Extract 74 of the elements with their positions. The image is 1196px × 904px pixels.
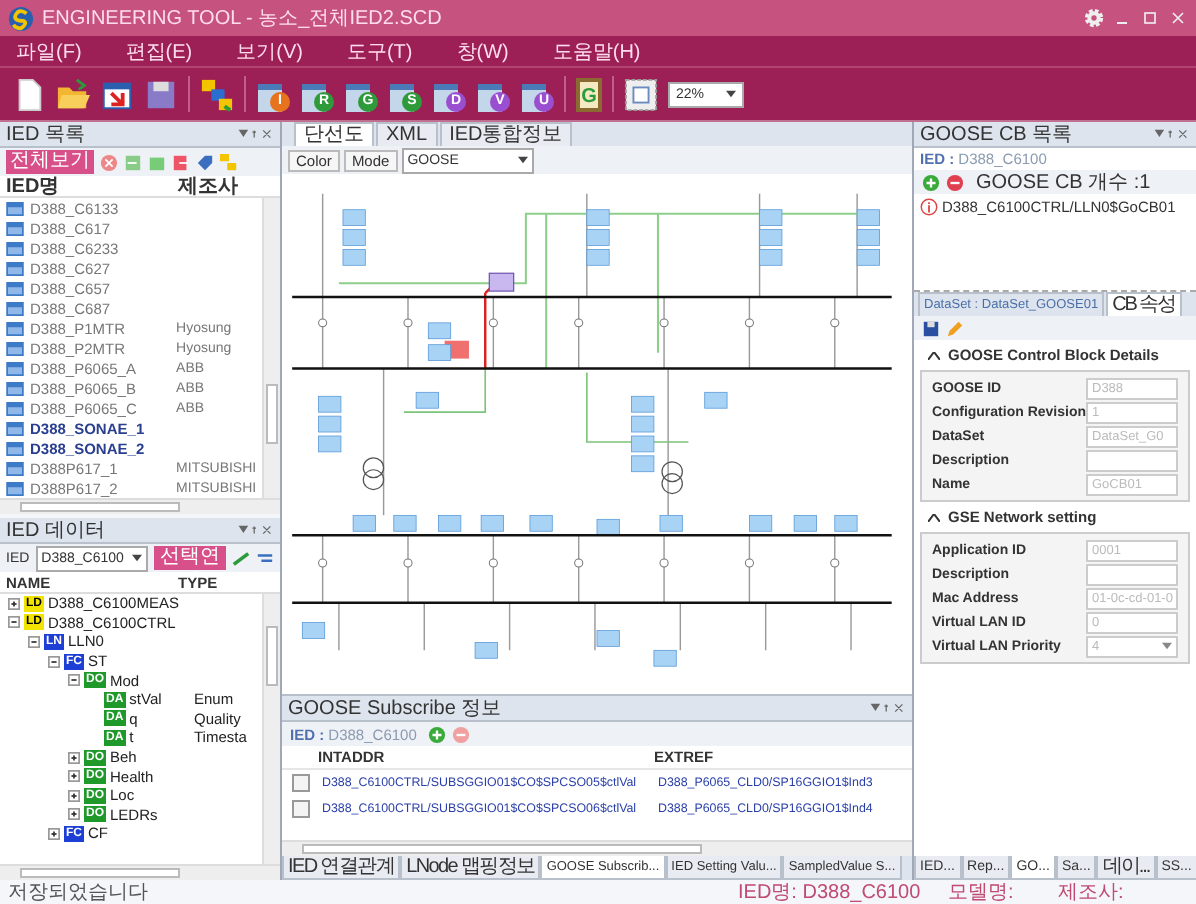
tab[interactable]: XML [376,122,438,146]
scrollbar[interactable] [0,498,280,514]
export-icon[interactable] [172,153,190,171]
panel-title: IED 데이터 [6,518,105,544]
dropdown-arrow-icon[interactable] [726,90,736,98]
checkbox[interactable] [292,774,310,792]
collapse-icon[interactable] [256,549,274,567]
hierarchy-icon[interactable] [200,77,234,111]
fit-frame-icon[interactable] [624,77,658,111]
pin-close-icon[interactable] [1154,128,1190,140]
tab[interactable]: CB 속성 [1106,292,1182,316]
column-header[interactable]: 제조사 [178,172,266,200]
menu-item[interactable]: 편집(E) [125,37,193,65]
panel-title: GOOSE CB 목록 [920,122,1073,148]
scrollbar[interactable] [282,840,912,856]
tab[interactable]: IED 연결관계 [282,856,401,880]
expand-icon[interactable] [68,770,80,783]
pin-close-icon[interactable] [870,702,906,714]
menu-item[interactable]: 파일(F) [16,37,82,65]
show-all-button[interactable]: 전체보기 [6,150,94,174]
close-icon[interactable] [1168,8,1188,28]
settings-icon[interactable] [1084,8,1104,28]
delete-icon[interactable] [100,153,118,171]
scrollbar[interactable] [262,594,280,864]
caret-icon[interactable] [928,513,940,521]
panel-title: GOOSE Subscribe 정보 [288,696,502,722]
pin-close-icon[interactable] [238,128,274,140]
menu-item[interactable]: 보기(V) [236,37,303,65]
expand-icon[interactable] [68,751,80,764]
menu-item[interactable]: 도구(T) [346,37,413,65]
tab[interactable]: 단선도 [294,122,374,146]
collapse-icon[interactable] [68,674,80,687]
dropdown-arrow-icon[interactable] [131,554,142,562]
logo-icon [8,5,34,31]
open-folder-icon[interactable] [56,77,90,111]
tag-icon[interactable] [196,153,214,171]
status-maker: 제조사: [1058,880,1124,904]
input-field[interactable] [1086,449,1178,471]
expand-icon[interactable] [68,789,80,802]
maximize-icon[interactable] [1140,8,1160,28]
expand-icon[interactable] [48,827,60,840]
window-title: ENGINEERING TOOL - 농소_전체IED2.SCD [42,6,442,32]
expand-icon[interactable] [68,808,80,821]
collapse-icon[interactable] [48,655,60,668]
status-ied: IED명: D388_C6100 [738,880,923,904]
link-selected-button[interactable]: 선택연 [153,546,226,570]
tab[interactable]: IED통합정보 [439,122,573,146]
info-icon [920,198,938,216]
save-icon[interactable] [144,77,178,111]
scrollbar[interactable] [262,198,280,498]
save-icon[interactable] [922,319,940,337]
dropdown-arrow-icon[interactable] [517,156,528,164]
status-model: 모델명: [948,880,1016,904]
menu-item[interactable]: 창(W) [456,37,509,65]
scrollbar[interactable] [0,864,280,880]
add-icon[interactable] [922,173,940,191]
status-message: 저장되었습니다 [6,880,150,904]
expand-icon[interactable] [8,597,20,610]
link-icon[interactable] [232,549,250,567]
tab[interactable]: LNode 맵핑정보 [400,856,541,880]
window-icon[interactable] [100,77,134,111]
checkbox[interactable] [292,800,310,818]
panel-title: IED 목록 [6,122,85,148]
collapse-icon[interactable] [28,635,40,648]
menu-item[interactable]: 도움말(H) [552,37,641,65]
remove-icon[interactable] [946,173,964,191]
tab[interactable]: 데이... [1096,856,1156,880]
caret-icon[interactable] [928,351,940,359]
add-icon[interactable] [428,725,447,743]
input-field[interactable] [1086,563,1178,585]
column-header[interactable]: IED명 [6,172,178,200]
collapse-icon[interactable] [8,616,20,629]
pin-close-icon[interactable] [238,524,274,536]
cb-count: GOOSE CB 개수 :1 [976,170,1151,196]
